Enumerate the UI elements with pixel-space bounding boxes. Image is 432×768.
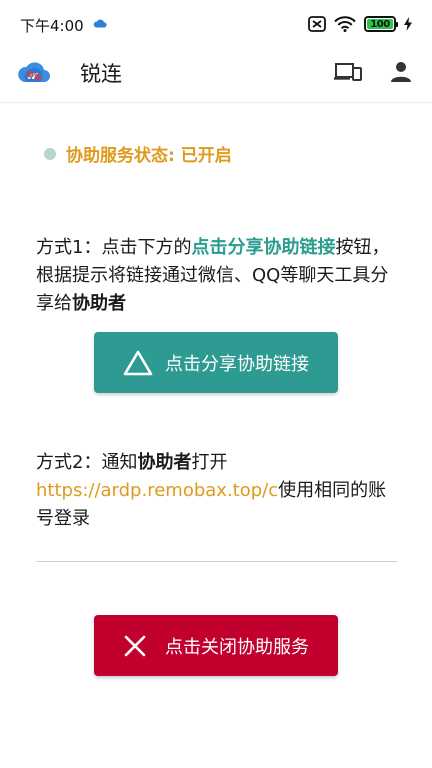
- service-status: 协助服务状态: 已开启: [44, 141, 232, 166]
- app-title: 锐连: [80, 62, 122, 86]
- close-service-label: 点击关闭协助服务: [165, 636, 309, 658]
- method2-prefix: 方式2：通知: [36, 452, 138, 473]
- section-divider: [36, 561, 397, 562]
- share-link-label: 点击分享协助链接: [165, 353, 309, 375]
- method1-prefix: 方式1：点击下方的: [36, 237, 192, 258]
- method1-highlight: 点击分享协助链接: [191, 237, 336, 258]
- devices-icon[interactable]: [334, 60, 362, 84]
- nfc-icon: [308, 16, 326, 32]
- service-status-text: 协助服务状态: 已开启: [66, 146, 232, 166]
- status-icons: 100: [308, 16, 412, 32]
- status-time: 下午4:00: [20, 17, 84, 35]
- battery-icon: 100: [364, 16, 398, 32]
- battery-level: 100: [370, 18, 390, 30]
- app-bar-divider: [0, 102, 432, 103]
- wifi-icon: [334, 16, 356, 32]
- cloud-icon: [93, 19, 107, 28]
- app-bar: 锐连: [0, 50, 432, 98]
- method1-text: 方式1：点击下方的点击分享协助链接按钮，根据提示将链接通过微信、QQ等聊天工具分…: [36, 234, 401, 318]
- share-link-button[interactable]: 点击分享协助链接: [94, 332, 338, 393]
- close-service-button[interactable]: 点击关闭协助服务: [94, 615, 338, 676]
- close-icon: [124, 635, 146, 656]
- account-icon[interactable]: [388, 59, 414, 85]
- method2-helper: 协助者: [137, 452, 192, 473]
- method2-link[interactable]: https://ardp.remobax.top/c: [36, 480, 278, 501]
- app-logo-icon: [18, 62, 50, 82]
- status-dot: [44, 147, 56, 160]
- status-bar: 下午4:00 100: [0, 0, 432, 50]
- method2-middle: 打开: [191, 452, 228, 473]
- method2-text: 方式2：通知协助者打开 https://ardp.remobax.top/c使用相…: [36, 449, 401, 533]
- method1-helper: 协助者: [72, 293, 126, 314]
- share-triangle-icon: [123, 350, 153, 375]
- charging-icon: [404, 17, 412, 31]
